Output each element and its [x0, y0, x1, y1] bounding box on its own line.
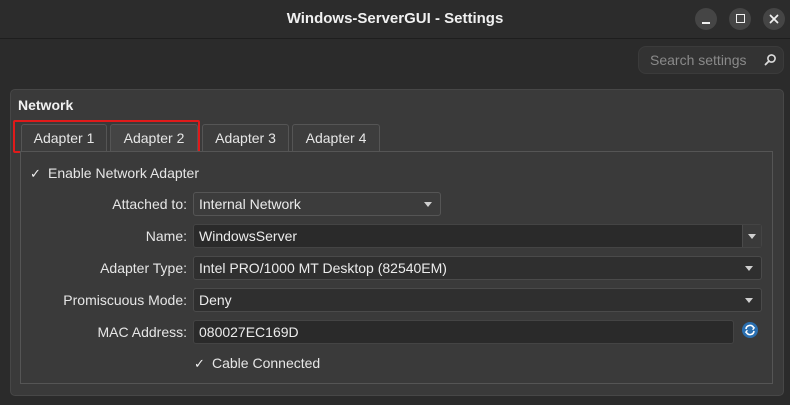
name-value: WindowsServer: [199, 228, 298, 244]
name-label: Name:: [145, 228, 187, 244]
cable-connected-checkbox[interactable]: ✓: [194, 357, 207, 370]
group-title: Network: [18, 97, 74, 113]
mac-address-label: MAC Address:: [97, 324, 187, 340]
chevron-down-icon: [424, 202, 432, 207]
attached-to-value: Internal Network: [199, 196, 301, 212]
maximize-icon: [735, 14, 745, 23]
tab-label: Adapter 4: [305, 130, 367, 146]
chevron-down-icon: [748, 234, 756, 239]
adapter-type-value: Intel PRO/1000 MT Desktop (82540EM): [199, 260, 447, 276]
attached-to-label: Attached to:: [112, 196, 187, 212]
title-bar: Windows-ServerGUI - Settings: [0, 0, 790, 39]
enable-adapter-checkbox[interactable]: ✓: [30, 167, 43, 180]
search-icon[interactable]: [763, 53, 777, 67]
minimize-button[interactable]: [695, 8, 717, 30]
mac-address-value: 080027EC169D: [199, 324, 299, 340]
promiscuous-mode-select[interactable]: Deny: [193, 288, 762, 312]
chevron-down-icon: [745, 298, 753, 303]
mac-address-field[interactable]: 080027EC169D: [193, 320, 734, 344]
name-dropdown-button[interactable]: [742, 225, 761, 247]
adapter-type-label: Adapter Type:: [100, 260, 187, 276]
promiscuous-mode-value: Deny: [199, 292, 232, 308]
name-combobox[interactable]: WindowsServer: [193, 224, 762, 248]
tab-adapter-3[interactable]: Adapter 3: [202, 124, 289, 151]
maximize-button[interactable]: [729, 8, 751, 30]
cable-connected-label: Cable Connected: [212, 355, 321, 371]
close-button[interactable]: [763, 8, 785, 30]
promiscuous-mode-label: Promiscuous Mode:: [63, 292, 187, 308]
chevron-down-icon: [745, 266, 753, 271]
tab-label: Adapter 3: [215, 130, 276, 146]
search-input[interactable]: Search settings: [638, 46, 784, 74]
attached-to-select[interactable]: Internal Network: [193, 192, 441, 216]
adapter-type-select[interactable]: Intel PRO/1000 MT Desktop (82540EM): [193, 256, 762, 280]
tab-adapter-4[interactable]: Adapter 4: [292, 124, 380, 151]
window-title: Windows-ServerGUI - Settings: [286, 10, 504, 27]
refresh-mac-icon[interactable]: [741, 321, 759, 339]
tab-highlight-annotation: [13, 120, 200, 153]
search-placeholder: Search settings: [650, 52, 747, 68]
close-icon: [769, 14, 779, 24]
enable-adapter-label: Enable Network Adapter: [48, 165, 199, 181]
minimize-icon: [702, 22, 710, 24]
